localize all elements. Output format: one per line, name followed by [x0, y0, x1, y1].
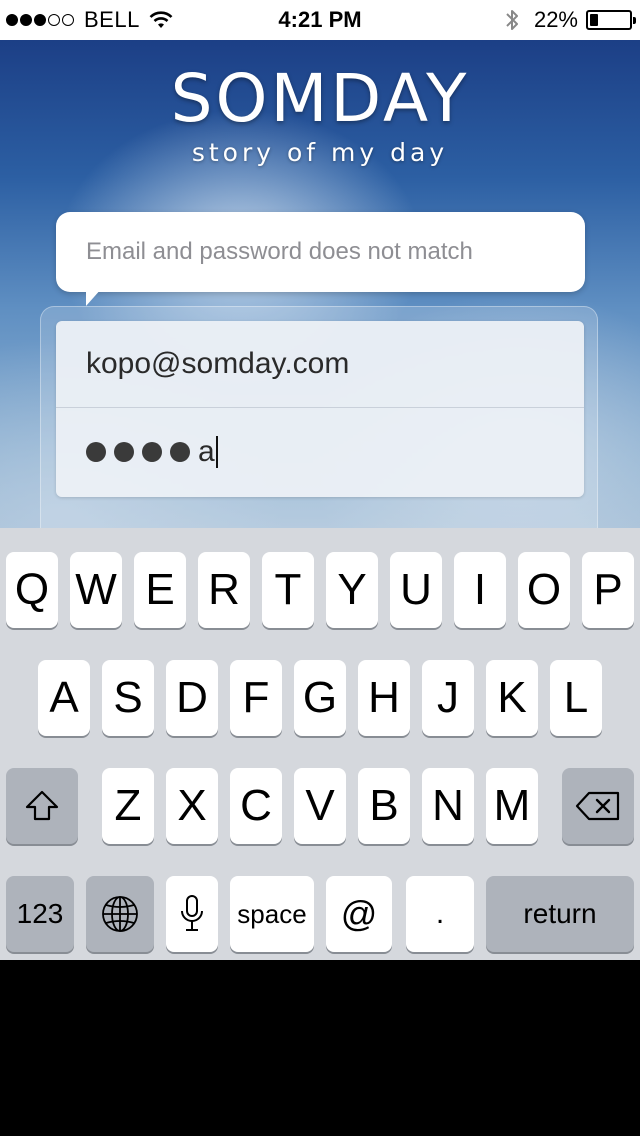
email-value: kopo@somday.com	[86, 347, 350, 380]
key-i[interactable]: I	[454, 552, 506, 628]
key-g[interactable]: G	[294, 660, 346, 736]
error-bubble-tail	[86, 288, 102, 306]
key-p[interactable]: P	[582, 552, 634, 628]
globe-key[interactable]	[86, 876, 154, 952]
password-mask-dot	[170, 442, 190, 462]
password-mask-dot	[114, 442, 134, 462]
key-s[interactable]: S	[102, 660, 154, 736]
app-title: SOMDAY	[170, 60, 470, 137]
login-form: kopo@somday.com a	[56, 321, 584, 497]
key-x[interactable]: X	[166, 768, 218, 844]
microphone-icon	[181, 895, 203, 931]
key-e[interactable]: E	[134, 552, 186, 628]
password-mask-dot	[86, 442, 106, 462]
bluetooth-icon	[506, 10, 518, 30]
space-key[interactable]: space	[230, 876, 314, 952]
shift-icon	[25, 790, 59, 821]
key-w[interactable]: W	[70, 552, 122, 628]
key-y[interactable]: Y	[326, 552, 378, 628]
keyboard: Q W E R T Y U I O P A S D F G H J K L Z …	[0, 528, 640, 960]
text-caret	[215, 436, 218, 468]
key-z[interactable]: Z	[102, 768, 154, 844]
password-field[interactable]: a	[56, 408, 584, 496]
password-visible-char: a	[198, 435, 215, 468]
globe-icon	[102, 896, 138, 932]
key-q[interactable]: Q	[6, 552, 58, 628]
key-u[interactable]: U	[390, 552, 442, 628]
key-t[interactable]: T	[262, 552, 314, 628]
status-right: 22%	[504, 0, 636, 40]
battery-icon	[586, 10, 636, 30]
login-screen: SOMDAY story of my day Email and passwor…	[0, 40, 640, 528]
battery-percent: 22%	[533, 7, 578, 32]
key-b[interactable]: B	[358, 768, 410, 844]
password-mask-dot	[142, 442, 162, 462]
error-message-text: Email and password does not match	[86, 238, 473, 265]
key-k[interactable]: K	[486, 660, 538, 736]
numbers-key[interactable]: 123	[6, 876, 74, 952]
battery-level	[590, 14, 598, 26]
app-subtitle: story of my day	[191, 138, 449, 167]
error-message-bubble: Email and password does not match	[56, 212, 585, 292]
status-bar: BELL 4:21 PM 22%	[0, 0, 640, 40]
bottom-blank-area	[0, 960, 640, 1136]
return-key[interactable]: return	[486, 876, 634, 952]
period-key[interactable]: .	[406, 876, 474, 952]
key-h[interactable]: H	[358, 660, 410, 736]
password-mask	[86, 442, 198, 462]
key-r[interactable]: R	[198, 552, 250, 628]
key-c[interactable]: C	[230, 768, 282, 844]
key-n[interactable]: N	[422, 768, 474, 844]
at-key[interactable]: @	[326, 876, 392, 952]
key-o[interactable]: O	[518, 552, 570, 628]
delete-key[interactable]	[562, 768, 634, 844]
key-f[interactable]: F	[230, 660, 282, 736]
key-j[interactable]: J	[422, 660, 474, 736]
key-v[interactable]: V	[294, 768, 346, 844]
shift-key[interactable]	[6, 768, 78, 844]
microphone-key[interactable]	[166, 876, 218, 952]
email-field[interactable]: kopo@somday.com	[56, 321, 584, 408]
key-l[interactable]: L	[550, 660, 602, 736]
key-a[interactable]: A	[38, 660, 90, 736]
delete-icon	[575, 791, 620, 821]
key-m[interactable]: M	[486, 768, 538, 844]
key-d[interactable]: D	[166, 660, 218, 736]
